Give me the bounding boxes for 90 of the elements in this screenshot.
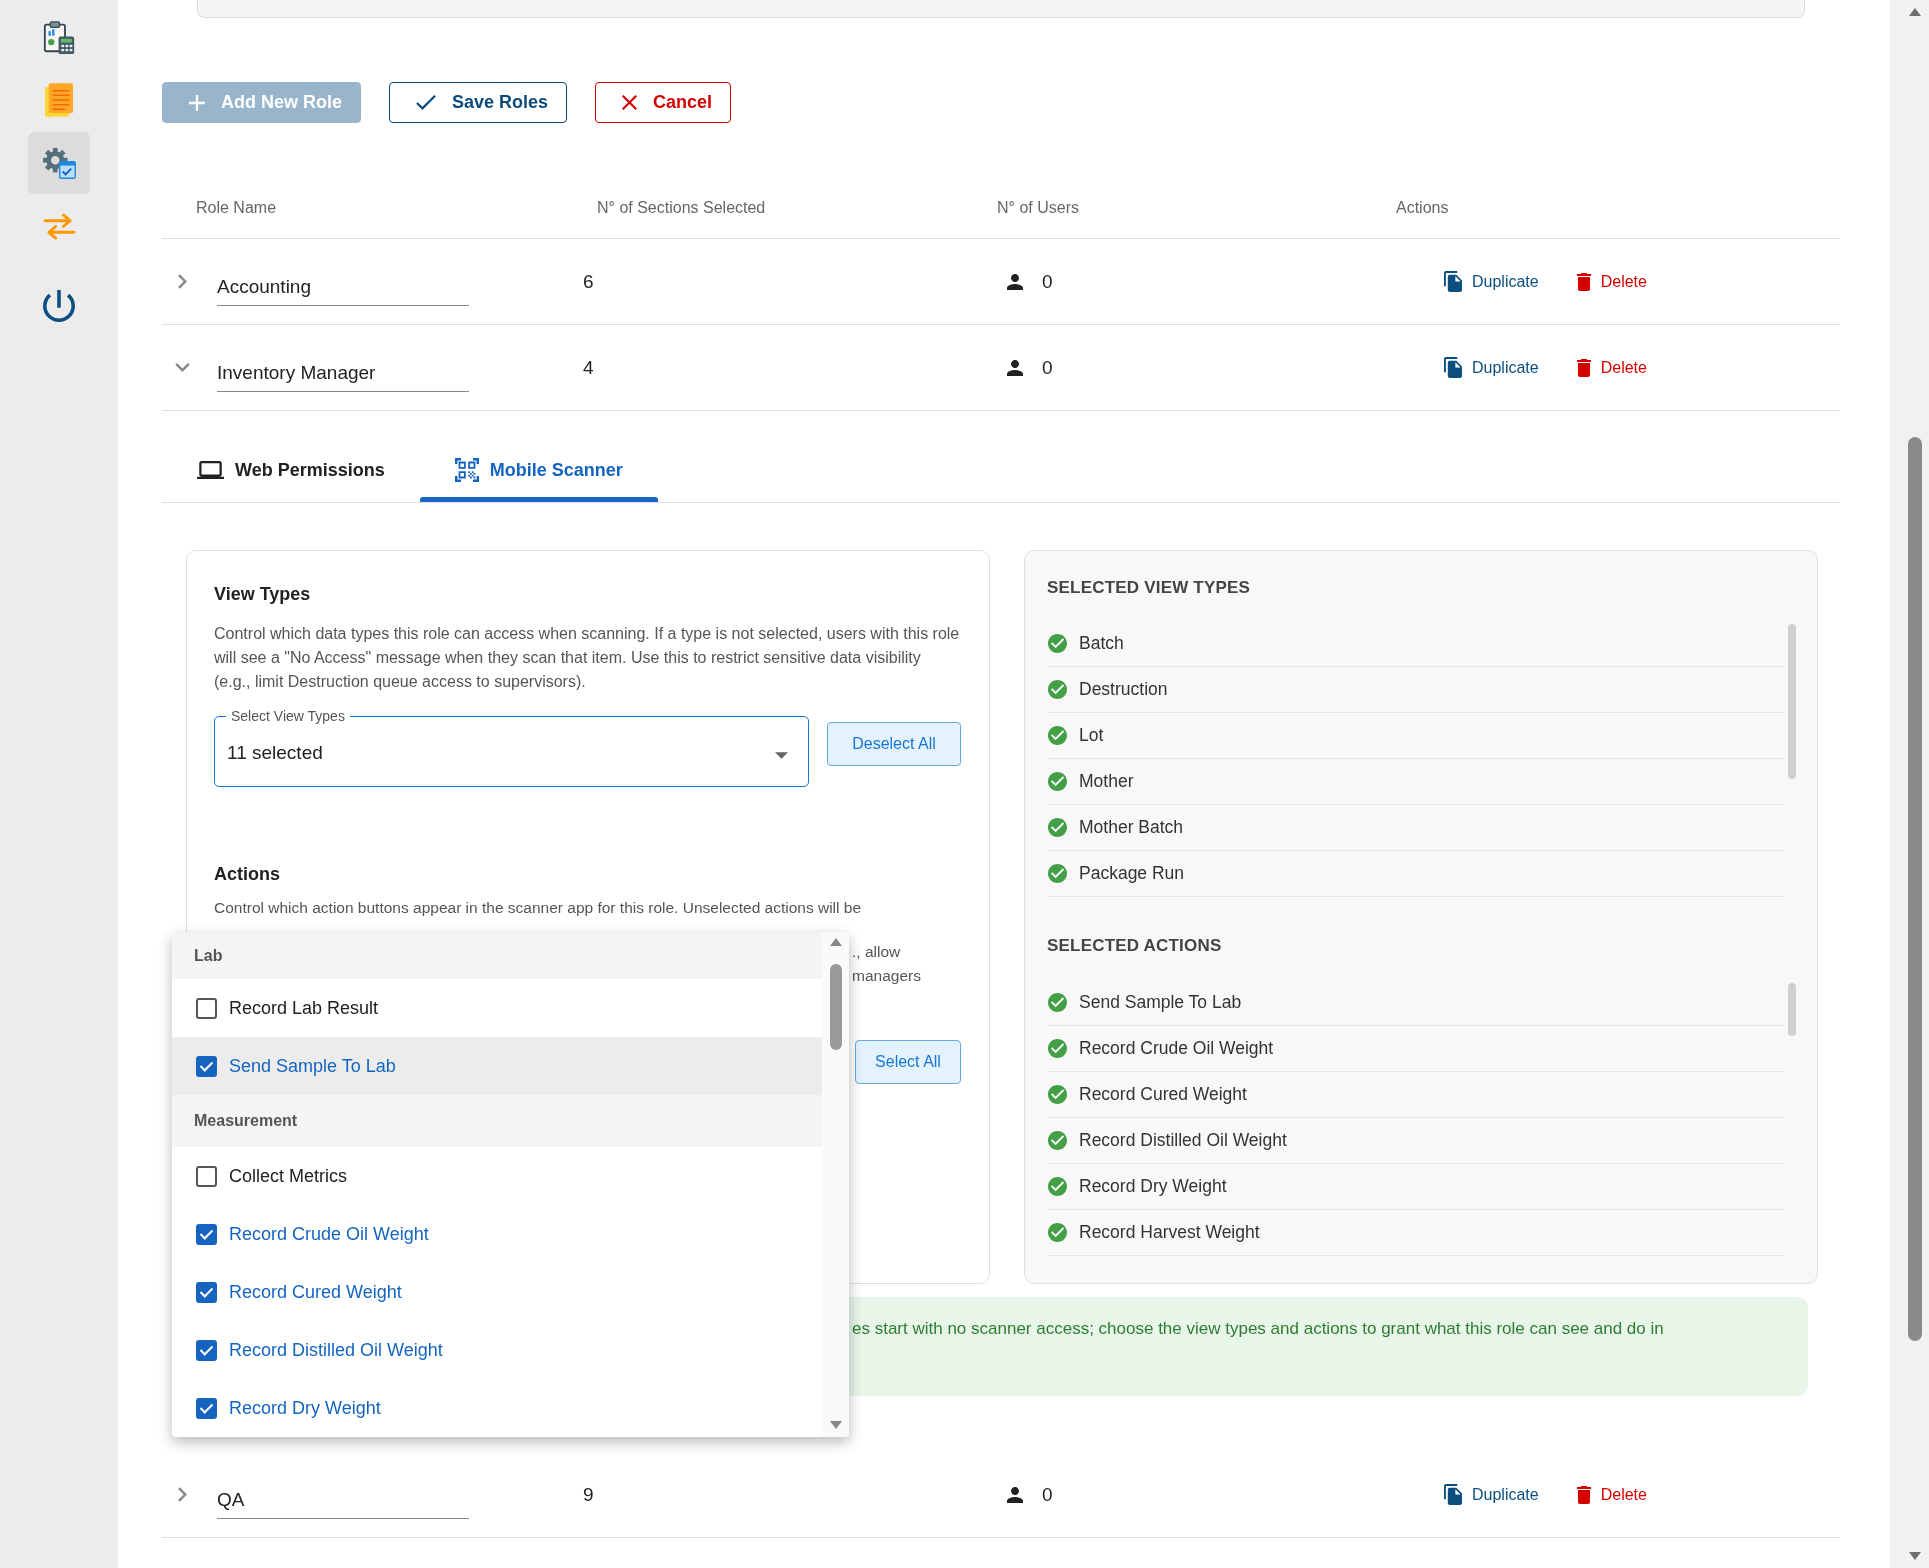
summary-item: Mother Batch — [1079, 817, 1184, 838]
column-header: N° of Sections Selected — [597, 198, 766, 217]
role-name-field[interactable]: QA — [217, 1482, 469, 1519]
close-icon — [622, 95, 638, 110]
save-button[interactable]: Save Roles — [389, 82, 568, 123]
scrollbar-thumb[interactable] — [1908, 437, 1922, 1341]
checkbox[interactable] — [196, 1165, 217, 1187]
qr-code-scan-icon — [454, 458, 479, 482]
copy-icon — [1444, 1484, 1462, 1505]
duplicate-button[interactable]: Duplicate — [1444, 1484, 1539, 1505]
gear-calendar-icon — [42, 147, 76, 179]
plus-icon — [189, 94, 205, 111]
select-all-button[interactable]: Select All — [855, 1040, 961, 1084]
summary-item: Record Crude Oil Weight — [1079, 1038, 1274, 1059]
caret-icon — [775, 751, 788, 759]
column-header: N° of Users — [997, 198, 1079, 217]
copy-icon — [1444, 271, 1462, 292]
user-count: 0 — [1042, 356, 1053, 379]
duplicate-button[interactable]: Duplicate — [1444, 271, 1539, 292]
menu-option[interactable]: Record Dry Weight — [172, 1379, 822, 1437]
notepad-icon — [45, 83, 73, 117]
scroll-down-icon[interactable] — [1909, 1552, 1921, 1560]
banner-text: es start with no scanner access; choose the view types and actions to grant what this role can see and do in — [852, 1318, 1664, 1340]
chevron-right-icon[interactable] — [178, 1487, 187, 1502]
sections-count: 9 — [583, 1483, 594, 1506]
summary-item: Destruction — [1079, 679, 1168, 700]
role-name-field[interactable]: Accounting — [217, 269, 469, 306]
duplicate-button[interactable]: Duplicate — [1444, 357, 1539, 378]
checkbox[interactable] — [196, 1397, 217, 1419]
sections-count: 6 — [583, 270, 594, 293]
section-title: Actions — [214, 863, 280, 886]
section-description: Control which data types this role can access when scanning. If a type is not selected, users with this role will see a "No Access" message when they scan that item. Use this to restrict sensitive data visibility (e.g., limit Destruction queue access to supervisors). — [214, 624, 961, 692]
summary-item: Record Dry Weight — [1079, 1176, 1227, 1197]
trash-icon — [1576, 1485, 1591, 1504]
person-icon — [1007, 1486, 1023, 1503]
view-types-select[interactable]: Select View Types 11 selected — [214, 708, 809, 787]
section-title: View Types — [214, 583, 311, 606]
user-count: 0 — [1042, 1483, 1053, 1506]
clipboard-calculator-icon — [42, 19, 76, 55]
scrollbar-thumb[interactable] — [1788, 983, 1796, 1036]
section-description: Control which action buttons appear in the scanner app for this role. Unselected actions will be — [214, 898, 862, 918]
sidebar-item[interactable] — [28, 132, 90, 194]
menu-group-label: Lab — [172, 932, 822, 979]
summary-item: Record Distilled Oil Weight — [1079, 1130, 1287, 1151]
deselect-all-button[interactable]: Deselect All — [827, 722, 961, 766]
sections-count: 4 — [583, 356, 594, 379]
section-heading: SELECTED VIEW TYPES — [1047, 577, 1251, 599]
chevron-down-icon[interactable] — [175, 363, 190, 372]
swap-arrows-icon — [42, 212, 76, 240]
copy-icon — [1444, 357, 1462, 378]
laptop-icon — [197, 461, 224, 479]
tab[interactable]: Mobile Scanner — [419, 443, 658, 502]
scroll-up-icon[interactable] — [1909, 8, 1921, 16]
checkbox[interactable] — [196, 1223, 217, 1245]
summary-item: Package Run — [1079, 863, 1185, 884]
trash-icon — [1576, 272, 1591, 291]
scrollbar-thumb[interactable] — [829, 964, 842, 1050]
scrollbar-thumb[interactable] — [1788, 624, 1796, 779]
section-heading: SELECTED ACTIONS — [1047, 935, 1222, 957]
checkbox[interactable] — [196, 997, 217, 1019]
summary-item: Mother — [1079, 771, 1134, 792]
scroll-up-icon[interactable] — [829, 938, 842, 946]
trash-icon — [1576, 358, 1591, 377]
role-name-field[interactable]: Inventory Manager — [217, 355, 469, 392]
check-icon — [416, 95, 436, 110]
menu-group-label: Measurement — [172, 1095, 822, 1147]
cancel-button[interactable]: Cancel — [595, 82, 732, 123]
summary-item: Record Cured Weight — [1079, 1084, 1247, 1105]
scroll-down-icon[interactable] — [829, 1421, 842, 1429]
menu-option[interactable]: Send Sample To Lab — [172, 1037, 822, 1095]
delete-button[interactable]: Delete — [1576, 1485, 1647, 1504]
checkbox[interactable] — [196, 1055, 217, 1077]
checkbox[interactable] — [196, 1339, 217, 1361]
person-icon — [1007, 273, 1023, 290]
summary-item: Record Harvest Weight — [1079, 1222, 1260, 1243]
description-fragment: managers — [852, 966, 921, 986]
column-header: Role Name — [196, 198, 277, 217]
summary-item: Lot — [1079, 725, 1104, 746]
column-header: Actions — [1396, 198, 1449, 217]
person-icon — [1007, 359, 1023, 376]
description-fragment: ., allow — [852, 942, 901, 962]
chevron-right-icon[interactable] — [178, 274, 187, 289]
summary-item: Batch — [1079, 633, 1124, 654]
power-icon — [43, 290, 75, 322]
delete-button[interactable]: Delete — [1576, 358, 1647, 377]
checkbox[interactable] — [196, 1281, 217, 1303]
summary-item: Send Sample To Lab — [1079, 992, 1242, 1013]
tab[interactable]: Web Permissions — [162, 443, 420, 502]
delete-button[interactable]: Delete — [1576, 272, 1647, 291]
user-count: 0 — [1042, 270, 1053, 293]
